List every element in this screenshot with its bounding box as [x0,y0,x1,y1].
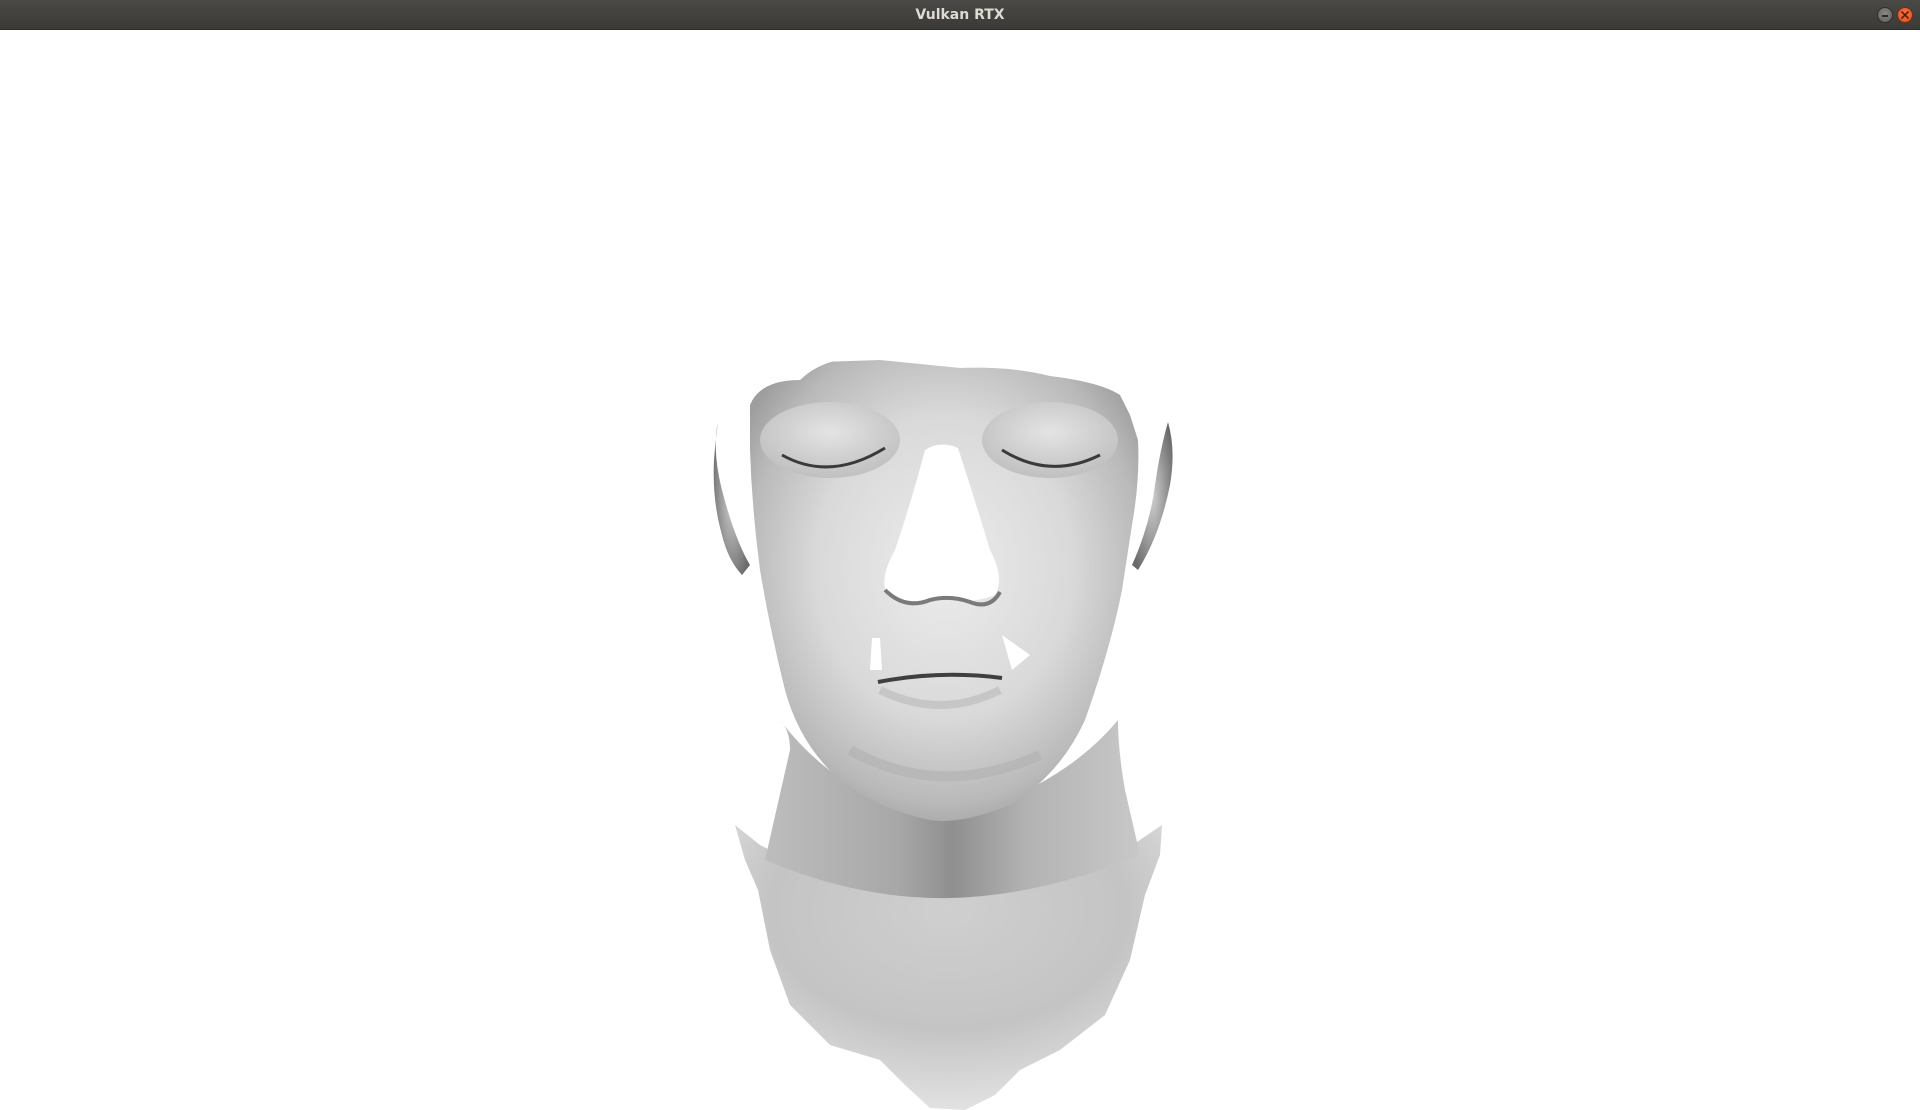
head-render [713,348,1173,1110]
window-title: Vulkan RTX [915,7,1005,23]
minimize-icon [1882,15,1888,17]
render-viewport[interactable] [0,30,1920,1110]
close-button[interactable] [1897,7,1913,23]
title-bar[interactable]: Vulkan RTX [0,0,1920,30]
left-ear [713,422,750,575]
app-window: Vulkan RTX [0,0,1920,1110]
close-icon [1901,11,1909,19]
minimize-button[interactable] [1877,7,1893,23]
